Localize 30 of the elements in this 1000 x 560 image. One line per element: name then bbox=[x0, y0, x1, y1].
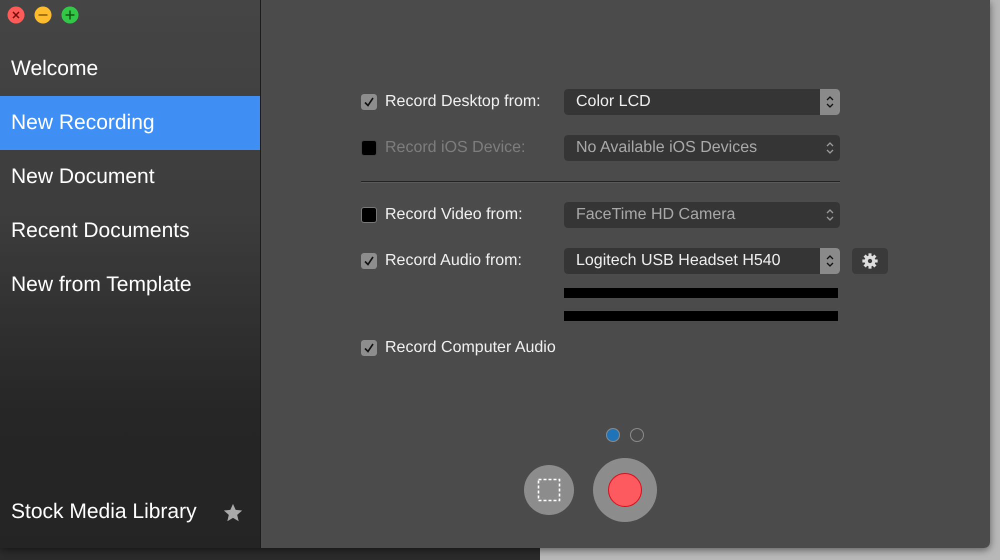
checkbox-label: Record Computer Audio bbox=[385, 339, 556, 357]
option-label: Record Video from: bbox=[385, 206, 523, 224]
page-dot[interactable] bbox=[606, 428, 620, 442]
checkbox[interactable] bbox=[361, 207, 377, 223]
page-dot[interactable] bbox=[630, 428, 644, 442]
zoom-icon[interactable] bbox=[61, 6, 79, 24]
checkbox[interactable] bbox=[361, 253, 377, 269]
checkbox[interactable] bbox=[361, 340, 377, 356]
dashed-square-icon bbox=[537, 478, 561, 502]
checkbox[interactable] bbox=[361, 94, 377, 110]
source-dropdown[interactable]: FaceTime HD Camera bbox=[564, 202, 840, 228]
source-dropdown[interactable]: Color LCD bbox=[564, 89, 840, 115]
option-label: Record Desktop from: bbox=[385, 93, 541, 111]
chevrons-icon bbox=[825, 140, 835, 156]
sidebar-item[interactable]: Stock Media Library bbox=[11, 500, 197, 526]
chevrons-icon bbox=[825, 253, 835, 269]
star-icon[interactable] bbox=[222, 502, 244, 524]
close-icon[interactable] bbox=[7, 6, 25, 24]
chevrons-icon bbox=[825, 94, 835, 110]
gear-icon bbox=[861, 252, 879, 270]
minimize-icon[interactable] bbox=[34, 6, 52, 24]
settings-button[interactable] bbox=[852, 248, 888, 274]
sidebar-item[interactable]: New Document bbox=[0, 150, 260, 204]
sidebar-item[interactable]: New from Template bbox=[0, 258, 260, 312]
chevrons-icon bbox=[825, 207, 835, 223]
sidebar-item[interactable]: Welcome bbox=[0, 42, 260, 96]
area-select-button[interactable] bbox=[524, 465, 574, 515]
source-dropdown[interactable]: Logitech USB Headset H540 bbox=[564, 248, 840, 274]
sidebar-item[interactable]: Recent Documents bbox=[0, 204, 260, 258]
option-label: Record Audio from: bbox=[385, 252, 522, 270]
